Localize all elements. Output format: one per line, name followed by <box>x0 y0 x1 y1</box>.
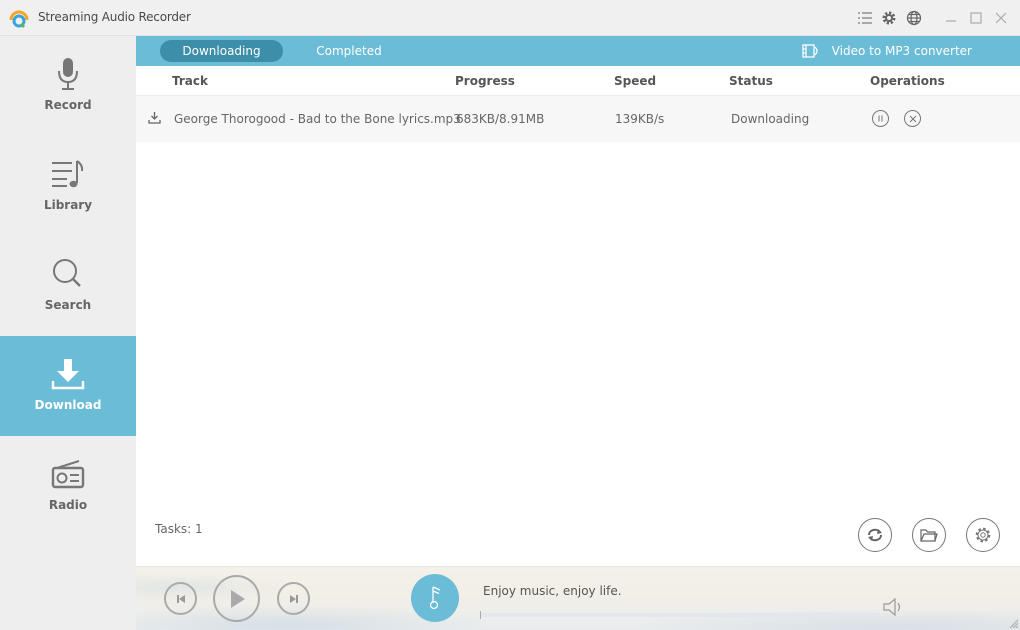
microphone-icon <box>50 56 86 92</box>
sidebar-item-label: Download <box>34 398 102 412</box>
tab-completed[interactable]: Completed <box>301 40 397 62</box>
next-track-button[interactable] <box>277 582 310 615</box>
play-icon <box>230 589 245 608</box>
sidebar-item-search[interactable]: Search <box>0 236 136 336</box>
film-convert-icon <box>802 44 818 58</box>
app-title: Streaming Audio Recorder <box>38 10 191 24</box>
pause-icon <box>878 115 883 122</box>
skip-previous-icon <box>176 594 185 603</box>
open-folder-button[interactable] <box>912 518 946 552</box>
refresh-button[interactable] <box>858 518 892 552</box>
row-progress: 683KB/8.91MB <box>456 112 545 126</box>
gear-icon[interactable] <box>880 9 898 27</box>
header-track: Track <box>172 74 208 88</box>
seek-thumb[interactable] <box>480 611 481 619</box>
close-icon[interactable] <box>992 9 1010 27</box>
converter-label: Video to MP3 converter <box>831 44 972 58</box>
folder-icon <box>920 529 938 542</box>
download-icon <box>50 356 86 392</box>
menu-list-icon[interactable] <box>856 9 874 27</box>
tab-downloading[interactable]: Downloading <box>160 40 283 62</box>
maximize-icon[interactable] <box>967 9 985 27</box>
close-circle-icon <box>909 115 916 122</box>
minimize-icon[interactable] <box>942 9 960 27</box>
sidebar-item-label: Search <box>44 298 92 312</box>
skip-next-icon <box>289 594 298 603</box>
settings-icon <box>975 527 991 543</box>
sidebar-item-label: Library <box>43 198 93 212</box>
pause-button[interactable] <box>872 110 889 127</box>
row-status: Downloading <box>731 112 810 126</box>
radio-icon <box>50 456 86 492</box>
search-icon <box>50 256 86 292</box>
video-to-mp3-converter-link[interactable]: Video to MP3 converter <box>802 36 972 66</box>
cancel-download-button[interactable] <box>904 110 921 127</box>
app-logo-icon <box>9 10 29 29</box>
header-operations: Operations <box>870 74 945 88</box>
row-download-icon <box>148 111 161 127</box>
seek-slider[interactable] <box>480 611 880 619</box>
music-list-icon <box>50 156 86 192</box>
sidebar-item-download[interactable]: Download <box>0 336 136 436</box>
tab-bar: Downloading Completed Video to MP3 conve… <box>136 36 1020 66</box>
play-button[interactable] <box>213 575 260 622</box>
table-row[interactable]: George Thorogood - Bad to the Bone lyric… <box>136 96 1020 142</box>
header-progress: Progress <box>455 74 515 88</box>
sidebar-item-record[interactable]: Record <box>0 36 136 136</box>
volume-button[interactable] <box>882 597 906 617</box>
title-bar: Streaming Audio Recorder <box>0 0 1020 36</box>
header-status: Status <box>729 74 773 88</box>
previous-track-button[interactable] <box>164 582 197 615</box>
refresh-icon <box>868 528 882 542</box>
tasks-count: Tasks: 1 <box>155 522 203 536</box>
settings-button[interactable] <box>966 518 1000 552</box>
sidebar: Record Library Search Download Radio <box>0 36 136 630</box>
globe-icon[interactable] <box>905 9 923 27</box>
row-track: George Thorogood - Bad to the Bone lyric… <box>174 112 461 126</box>
player-slogan: Enjoy music, enjoy life. <box>483 584 622 598</box>
table-header: Track Progress Speed Status Operations <box>136 66 1020 96</box>
sidebar-item-label: Record <box>44 98 92 112</box>
sidebar-item-radio[interactable]: Radio <box>0 436 136 536</box>
header-speed: Speed <box>614 74 657 88</box>
row-speed: 139KB/s <box>615 112 665 126</box>
resize-grip-icon[interactable] <box>1008 618 1018 628</box>
sidebar-item-label: Radio <box>48 498 88 512</box>
sidebar-item-library[interactable]: Library <box>0 136 136 236</box>
main-panel: Downloading Completed Video to MP3 conve… <box>136 36 1020 566</box>
now-playing-artwork[interactable] <box>411 574 459 622</box>
speaker-icon <box>883 597 901 617</box>
player-bar: Enjoy music, enjoy life. <box>136 566 1020 630</box>
music-note-icon <box>429 586 441 610</box>
